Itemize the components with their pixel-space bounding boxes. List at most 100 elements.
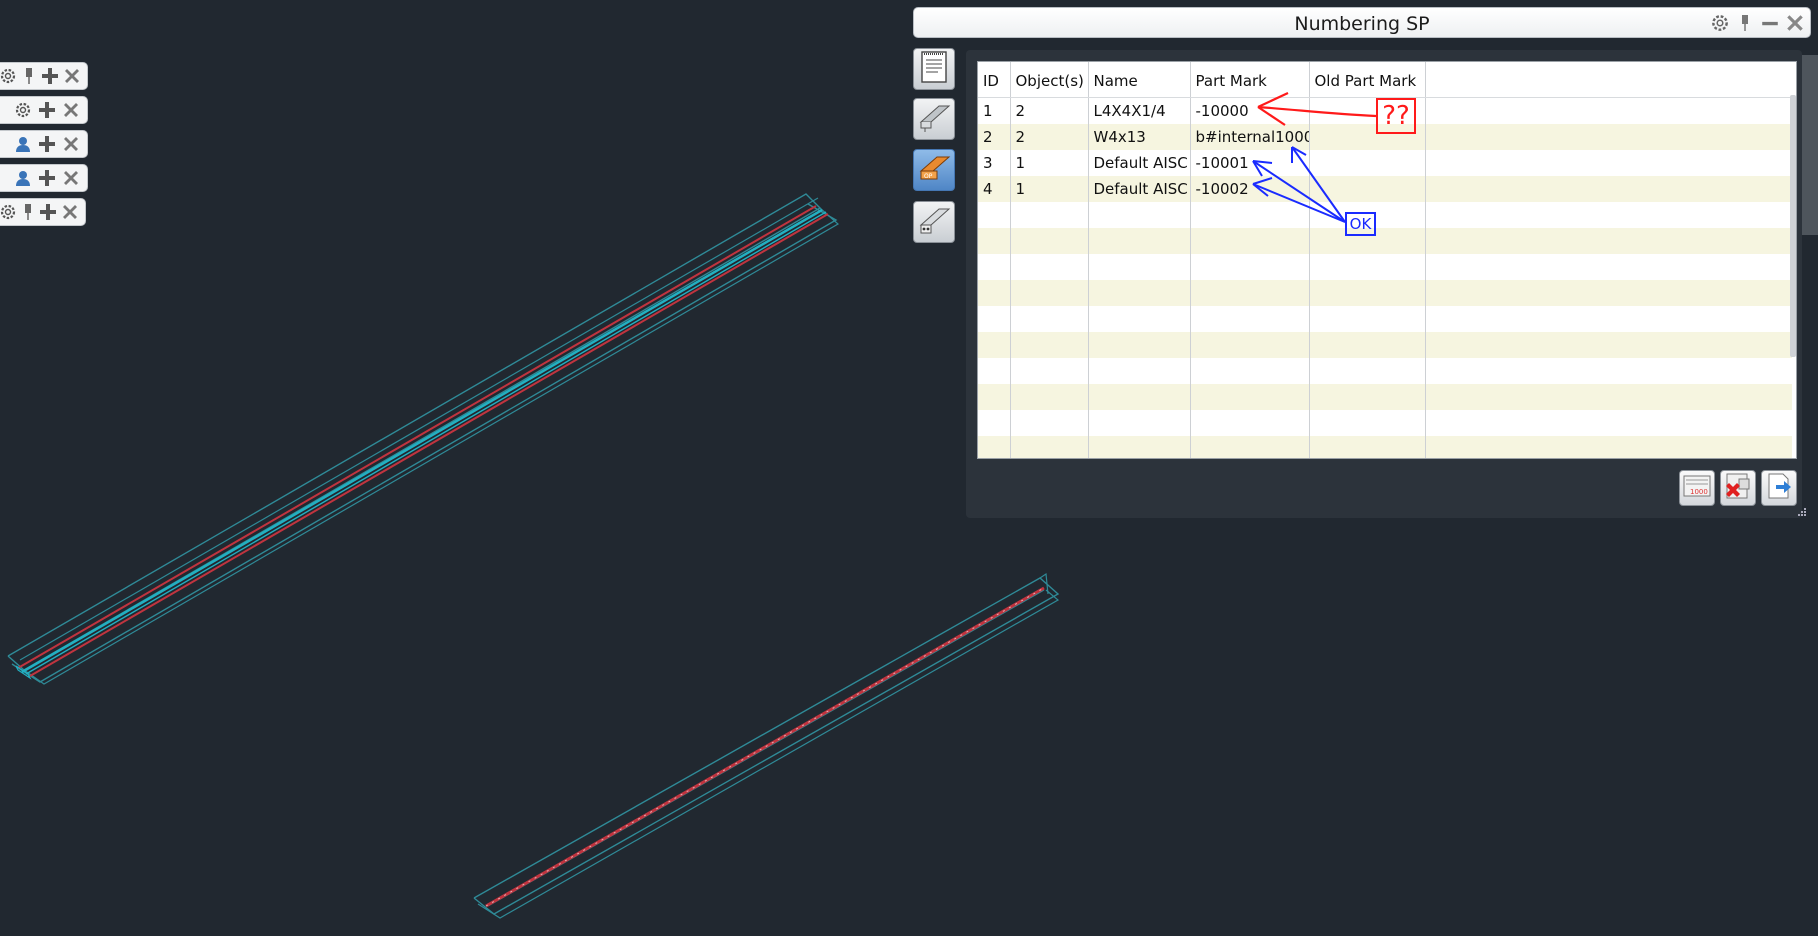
- empty-cell[interactable]: [1309, 332, 1426, 358]
- empty-cell[interactable]: [1309, 358, 1426, 384]
- empty-cell[interactable]: [1190, 436, 1310, 458]
- table-row[interactable]: 3 1 Default AISC -10001: [978, 150, 1792, 176]
- empty-cell[interactable]: [1190, 202, 1310, 228]
- empty-cell[interactable]: [1088, 280, 1191, 306]
- cell-objects[interactable]: 2: [1010, 97, 1089, 124]
- empty-cell[interactable]: [1010, 436, 1089, 458]
- close-icon[interactable]: [61, 100, 81, 120]
- empty-cell[interactable]: [978, 332, 1011, 358]
- close-icon[interactable]: [61, 134, 81, 154]
- empty-cell[interactable]: [1088, 228, 1191, 254]
- empty-cell[interactable]: [1190, 384, 1310, 410]
- empty-cell[interactable]: [1190, 280, 1310, 306]
- renumber-start-button[interactable]: 1000: [1679, 470, 1715, 506]
- empty-cell[interactable]: [1309, 410, 1426, 436]
- empty-cell[interactable]: [978, 280, 1011, 306]
- cell-id[interactable]: 2: [978, 124, 1011, 150]
- empty-cell[interactable]: [1010, 384, 1089, 410]
- empty-row[interactable]: [978, 358, 1792, 384]
- empty-cell[interactable]: [1190, 306, 1310, 332]
- table-row[interactable]: 4 1 Default AISC -10002: [978, 176, 1792, 202]
- close-icon[interactable]: [61, 202, 79, 222]
- cell-old-part-mark[interactable]: [1309, 176, 1426, 202]
- palette-toolbar-1[interactable]: [0, 62, 88, 90]
- cell-id[interactable]: 3: [978, 150, 1011, 176]
- empty-cell[interactable]: [978, 384, 1011, 410]
- grid-scrollbar[interactable]: [1790, 95, 1796, 357]
- empty-row[interactable]: [978, 306, 1792, 332]
- empty-cell[interactable]: [1088, 306, 1191, 332]
- empty-cell[interactable]: [1088, 332, 1191, 358]
- empty-row[interactable]: [978, 436, 1792, 458]
- empty-row[interactable]: [978, 280, 1792, 306]
- plus-icon[interactable]: [37, 134, 57, 154]
- cell-id[interactable]: 4: [978, 176, 1011, 202]
- export-button[interactable]: [1761, 470, 1797, 506]
- column-header-old-part-mark[interactable]: Old Part Mark: [1309, 62, 1426, 98]
- plus-icon[interactable]: [41, 66, 59, 86]
- empty-cell[interactable]: [978, 202, 1011, 228]
- empty-cell[interactable]: [1190, 254, 1310, 280]
- cell-objects[interactable]: 2: [1010, 124, 1089, 150]
- delete-marks-button[interactable]: [1720, 470, 1756, 506]
- empty-cell[interactable]: [978, 436, 1011, 458]
- cell-name[interactable]: W4x13: [1088, 124, 1191, 150]
- empty-cell[interactable]: [1190, 358, 1310, 384]
- empty-cell[interactable]: [1190, 228, 1310, 254]
- plus-icon[interactable]: [37, 100, 57, 120]
- empty-row[interactable]: [978, 410, 1792, 436]
- empty-cell[interactable]: [978, 306, 1011, 332]
- user-icon[interactable]: [13, 168, 33, 188]
- column-header-objects[interactable]: Object(s): [1010, 62, 1089, 98]
- cell-part-mark[interactable]: b#internal1000: [1190, 124, 1310, 150]
- minimize-icon[interactable]: [1759, 12, 1781, 34]
- cell-part-mark[interactable]: -10002: [1190, 176, 1310, 202]
- palette-toolbar-5[interactable]: [0, 198, 86, 226]
- empty-cell[interactable]: [1088, 202, 1191, 228]
- empty-cell[interactable]: [1088, 254, 1191, 280]
- gear-icon[interactable]: [13, 100, 33, 120]
- empty-cell[interactable]: [1010, 410, 1089, 436]
- empty-row[interactable]: [978, 384, 1792, 410]
- cell-name[interactable]: L4X4X1/4: [1088, 97, 1191, 124]
- column-header-id[interactable]: ID: [978, 62, 1011, 98]
- pin-icon[interactable]: [21, 202, 35, 222]
- column-header-name[interactable]: Name: [1088, 62, 1191, 98]
- gear-icon[interactable]: [0, 66, 17, 86]
- pin-icon[interactable]: [21, 66, 37, 86]
- empty-cell[interactable]: [978, 410, 1011, 436]
- empty-cell[interactable]: [1309, 254, 1426, 280]
- empty-cell[interactable]: [1309, 280, 1426, 306]
- empty-cell[interactable]: [978, 228, 1011, 254]
- cell-part-mark[interactable]: -10001: [1190, 150, 1310, 176]
- plus-icon[interactable]: [39, 202, 57, 222]
- empty-cell[interactable]: [1010, 358, 1089, 384]
- bolt-plate-button[interactable]: [913, 201, 955, 243]
- empty-cell[interactable]: [1088, 384, 1191, 410]
- close-icon[interactable]: [63, 66, 81, 86]
- cell-id[interactable]: 1: [978, 97, 1011, 124]
- palette-toolbar-4[interactable]: [0, 164, 88, 192]
- empty-cell[interactable]: [1010, 332, 1089, 358]
- empty-cell[interactable]: [1088, 410, 1191, 436]
- beam-lower[interactable]: [473, 572, 1060, 919]
- resize-grip-icon[interactable]: [1795, 504, 1807, 516]
- empty-cell[interactable]: [978, 254, 1011, 280]
- pin-icon[interactable]: [1734, 12, 1756, 34]
- empty-cell[interactable]: [1010, 306, 1089, 332]
- cell-objects[interactable]: 1: [1010, 176, 1089, 202]
- beam-section-button[interactable]: [913, 98, 955, 140]
- empty-cell[interactable]: [1010, 202, 1089, 228]
- empty-cell[interactable]: [1010, 228, 1089, 254]
- user-icon[interactable]: [13, 134, 33, 154]
- plate-numbering-button[interactable]: OP: [913, 149, 955, 191]
- cell-part-mark[interactable]: -10000: [1190, 97, 1310, 124]
- column-header-part-mark[interactable]: Part Mark: [1190, 62, 1310, 98]
- empty-cell[interactable]: [1088, 358, 1191, 384]
- empty-cell[interactable]: [1010, 254, 1089, 280]
- cell-name[interactable]: Default AISC: [1088, 176, 1191, 202]
- empty-cell[interactable]: [1088, 436, 1191, 458]
- gear-icon[interactable]: [1709, 12, 1731, 34]
- close-icon[interactable]: [1784, 12, 1806, 34]
- cell-name[interactable]: Default AISC: [1088, 150, 1191, 176]
